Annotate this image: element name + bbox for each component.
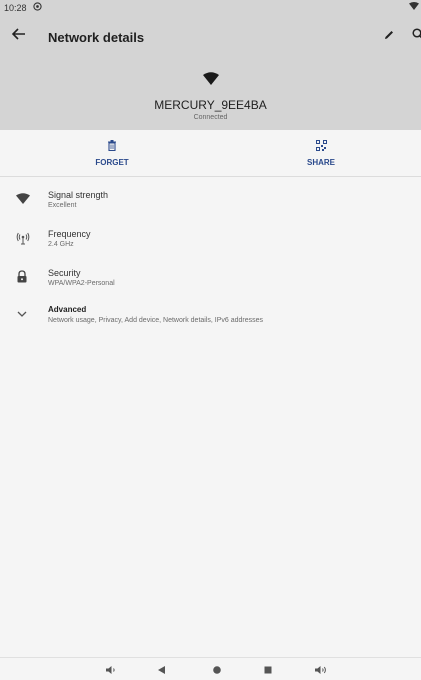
list-item-signal-strength[interactable]: Signal strength Excellent xyxy=(0,182,421,220)
back-triangle-icon[interactable] xyxy=(157,662,166,680)
sync-icon xyxy=(33,2,42,14)
home-circle-icon[interactable] xyxy=(212,662,222,680)
page-title: Network details xyxy=(48,30,145,45)
signal-strength-value: Excellent xyxy=(48,202,77,209)
app-bar: Network details xyxy=(0,16,421,58)
signal-strength-label: Signal strength xyxy=(48,190,109,200)
recents-square-icon[interactable] xyxy=(263,662,273,680)
security-value: WPA/WPA2-Personal xyxy=(48,280,115,287)
chevron-down-icon xyxy=(16,307,32,323)
security-label: Security xyxy=(48,268,81,278)
forget-label: FORGET xyxy=(95,158,129,167)
action-row: FORGET SHARE xyxy=(0,130,421,176)
wifi-signal-icon xyxy=(16,192,32,208)
list-item-frequency[interactable]: Frequency 2.4 GHz xyxy=(0,221,421,259)
lock-icon xyxy=(16,270,32,286)
share-button[interactable]: SHARE xyxy=(281,138,361,167)
list-item-security[interactable]: Security WPA/WPA2-Personal xyxy=(0,260,421,298)
back-arrow-icon[interactable] xyxy=(11,27,26,46)
connection-status: Connected xyxy=(193,114,228,121)
forget-button[interactable]: FORGET xyxy=(72,138,152,167)
wifi-status-icon xyxy=(409,2,419,13)
navigation-bar xyxy=(0,657,421,676)
volume-down-icon[interactable] xyxy=(106,662,118,680)
wifi-signal-icon xyxy=(203,72,219,91)
qr-code-icon xyxy=(281,138,361,156)
network-ssid: MERCURY_9EE4BA xyxy=(154,98,267,112)
status-bar: 10:28 xyxy=(0,0,421,16)
list-item-advanced[interactable]: Advanced Network usage, Privacy, Add dev… xyxy=(0,297,421,335)
advanced-value: Network usage, Privacy, Add device, Netw… xyxy=(48,317,264,324)
network-header: MERCURY_9EE4BA Connected xyxy=(0,58,421,130)
search-icon[interactable] xyxy=(412,28,421,46)
divider xyxy=(0,176,421,177)
trash-icon xyxy=(72,138,152,156)
volume-up-icon[interactable] xyxy=(315,662,329,680)
share-label: SHARE xyxy=(306,158,335,167)
antenna-icon xyxy=(16,231,32,247)
edit-pencil-icon[interactable] xyxy=(383,28,395,46)
status-time: 10:28 xyxy=(4,3,27,13)
frequency-value: 2.4 GHz xyxy=(48,241,74,248)
advanced-label: Advanced xyxy=(48,305,87,314)
frequency-label: Frequency xyxy=(48,229,91,239)
